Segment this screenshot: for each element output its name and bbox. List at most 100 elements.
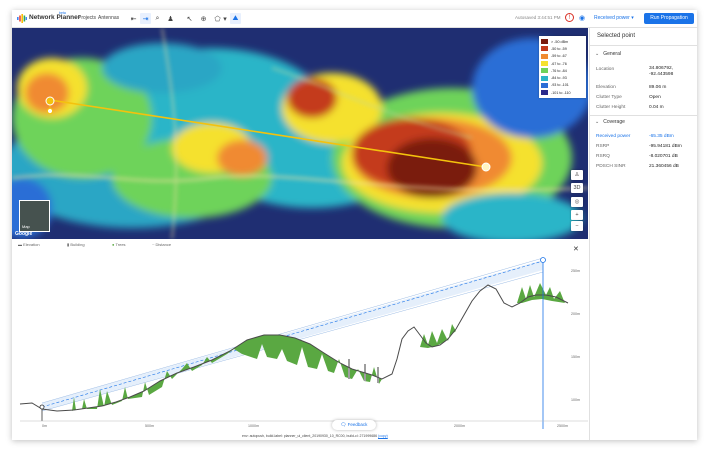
- map-type-label: Map: [22, 224, 30, 229]
- app-window: Network Planner beta Projects Antennas ⇤…: [12, 10, 697, 440]
- feedback-button[interactable]: 🗨 Feedback: [332, 420, 376, 430]
- collapse-right-icon[interactable]: ⇥: [140, 13, 151, 24]
- network-planner-logo-icon: [17, 14, 27, 23]
- beta-badge: beta: [59, 11, 66, 15]
- rsrq-label: RSRQ: [596, 154, 610, 159]
- received-power-value: -65.35 dBm: [649, 134, 674, 139]
- clutter-type-label: Clutter Type: [596, 95, 622, 100]
- x-tick-label: 2000m: [454, 424, 465, 428]
- legend-swatch: [541, 39, 548, 45]
- section-general-header[interactable]: ⌄ General: [595, 51, 621, 57]
- x-axis-ticks: 0m500m1000m1500m2000m2500m: [42, 424, 568, 428]
- legend-swatch: [541, 75, 548, 81]
- y-tick-label: 150m: [571, 355, 580, 359]
- collapse-left-icon[interactable]: ⇤: [128, 13, 139, 24]
- 3d-toggle-button[interactable]: 3D: [571, 183, 583, 193]
- person-icon[interactable]: ♟: [165, 13, 176, 24]
- legend-label: -93 to -101: [551, 83, 569, 88]
- legend-row: -93 to -101: [541, 82, 584, 89]
- legend-swatch: [541, 46, 548, 52]
- copy-link[interactable]: (copy): [378, 434, 388, 438]
- coverage-map[interactable]: > -50 dBm -50 to -59 -59 to -67 -67 to -76 -…: [12, 28, 588, 239]
- pointer-icon[interactable]: ↖: [184, 13, 195, 24]
- visibility-eye-icon[interactable]: ◉: [579, 14, 585, 22]
- x-tick-label: 2500m: [557, 424, 568, 428]
- panel-title: Selected point: [597, 33, 636, 39]
- legend-row: -59 to -67: [541, 53, 584, 60]
- nav-antennas[interactable]: Antennas: [98, 15, 119, 21]
- legend-row: -76 to -84: [541, 67, 584, 74]
- rsrp-label: RSRP: [596, 144, 610, 149]
- warning-icon[interactable]: !: [565, 13, 574, 22]
- selected-point-marker[interactable]: [481, 162, 491, 172]
- legend-row: -50 to -59: [541, 45, 584, 52]
- legend-label: -67 to -76: [551, 61, 567, 66]
- legend-label: > -50 dBm: [551, 39, 569, 44]
- x-tick-label: 0m: [42, 424, 47, 428]
- section-coverage-label: Coverage: [603, 119, 625, 125]
- polygon-dropdown-icon[interactable]: ▾: [222, 13, 228, 24]
- map-type-toggle[interactable]: Map: [19, 200, 50, 232]
- elevation-profile-panel: ▬ Elevation ▮ Building ● Trees ┄ Distanc…: [12, 239, 588, 440]
- elevation-chart[interactable]: 0m500m1000m1500m2000m2500m 250m200m150m1…: [12, 239, 588, 440]
- legend-label: -101 to -110: [551, 90, 571, 95]
- fresnel-zone: [42, 260, 543, 411]
- pdsch-sinr-value: 21.360456 dB: [649, 164, 679, 169]
- legend-swatch: [541, 53, 548, 59]
- x-tick-label: 1000m: [248, 424, 259, 428]
- line-of-sight: [41, 260, 544, 408]
- section-coverage-header[interactable]: ⌄ Coverage: [595, 119, 625, 125]
- received-power-label: Received power: [596, 134, 631, 139]
- legend-swatch: [541, 82, 548, 88]
- my-location-icon[interactable]: ◎: [571, 197, 583, 207]
- x-tick-label: 500m: [145, 424, 154, 428]
- nav-projects[interactable]: Projects: [78, 15, 96, 21]
- pdsch-sinr-label: PDSCH SINR: [596, 164, 626, 169]
- search-icon[interactable]: ⌕: [152, 13, 163, 24]
- coverage-heatmap[interactable]: [12, 28, 588, 239]
- app-title: Network Planner: [29, 14, 81, 21]
- metric-select[interactable]: Received power ▾: [594, 15, 634, 21]
- chevron-down-icon: ▾: [631, 15, 634, 21]
- clutter-height-value: 0.04 m: [649, 105, 664, 110]
- map-legend: > -50 dBm -50 to -59 -59 to -67 -67 to -76 -…: [539, 36, 586, 99]
- clutter-type-value: Open: [649, 95, 661, 100]
- zoom-out-button[interactable]: −: [571, 221, 583, 231]
- y-tick-label: 200m: [571, 312, 580, 316]
- y-tick-label: 100m: [571, 398, 580, 402]
- y-tick-label: 250m: [571, 269, 580, 273]
- location-label: Location: [596, 67, 615, 72]
- zoom-in-button[interactable]: +: [571, 210, 583, 220]
- legend-label: -50 to -59: [551, 46, 567, 51]
- build-info: env: autopush, build-label: planner_ui_c…: [242, 434, 388, 438]
- elevation-profile-icon[interactable]: ⛰: [230, 13, 241, 24]
- pegman-icon[interactable]: ♙: [571, 170, 583, 180]
- elevation-label: Elevation: [596, 85, 616, 90]
- trees-layer: [72, 335, 382, 411]
- feedback-icon: 🗨: [340, 422, 347, 427]
- divider: [590, 115, 697, 116]
- run-propagation-button[interactable]: Run Propagation: [644, 13, 694, 24]
- elevation-value: 89.06 m: [649, 85, 667, 90]
- legend-row: > -50 dBm: [541, 38, 584, 45]
- legend-swatch: [541, 61, 548, 67]
- transmitter-marker[interactable]: [45, 96, 55, 106]
- y-axis-ticks: 250m 200m 150m 100m: [571, 269, 580, 402]
- google-attribution: Google: [15, 231, 33, 237]
- transmitter-point[interactable]: [39, 404, 45, 410]
- clutter-height-label: Clutter Height: [596, 105, 626, 110]
- top-bar: Network Planner beta Projects Antennas ⇤…: [12, 10, 697, 28]
- divider: [590, 45, 697, 46]
- legend-label: -76 to -84: [551, 68, 567, 73]
- chevron-down-icon: ⌄: [595, 119, 600, 125]
- receiver-marker[interactable]: [540, 257, 546, 263]
- add-site-icon[interactable]: ⊕: [198, 13, 209, 24]
- rsrq-value: -8.020701 dB: [649, 154, 678, 159]
- autosave-status: Autosaved 3:44:51 PM: [515, 15, 561, 20]
- feedback-label: Feedback: [347, 422, 368, 427]
- chevron-down-icon: ⌄: [595, 51, 600, 57]
- location-value: 34.806792, -92.443598: [649, 66, 674, 77]
- legend-label: -84 to -93: [551, 76, 567, 81]
- legend-row: -67 to -76: [541, 60, 584, 67]
- transmitter-secondary-marker[interactable]: [46, 107, 54, 115]
